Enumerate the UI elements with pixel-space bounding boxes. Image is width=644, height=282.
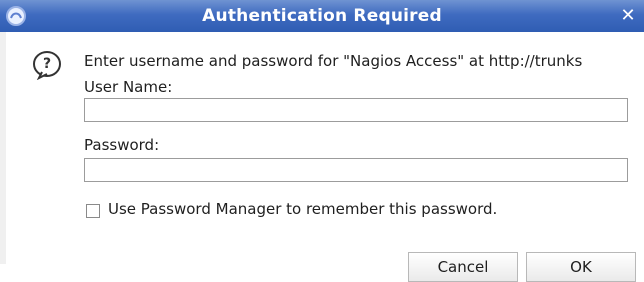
auth-message: Enter username and password for "Nagios …: [84, 52, 583, 70]
cancel-button[interactable]: Cancel: [408, 252, 518, 282]
authentication-dialog: Authentication Required ✕ ? Enter userna…: [0, 0, 644, 282]
password-label: Password:: [84, 136, 160, 154]
title-bar: Authentication Required ✕: [0, 0, 644, 32]
close-icon[interactable]: ✕: [616, 4, 640, 28]
password-input[interactable]: [84, 158, 628, 182]
dialog-title: Authentication Required: [202, 6, 442, 26]
username-input[interactable]: [84, 98, 628, 122]
remember-password-label[interactable]: Use Password Manager to remember this pa…: [108, 200, 497, 218]
ok-button[interactable]: OK: [526, 252, 636, 282]
username-label: User Name:: [84, 78, 173, 96]
remember-password-checkbox[interactable]: [86, 204, 100, 218]
dialog-content: ? Enter username and password for "Nagio…: [6, 32, 644, 282]
question-icon: ?: [32, 50, 62, 81]
svg-text:?: ?: [43, 56, 51, 72]
